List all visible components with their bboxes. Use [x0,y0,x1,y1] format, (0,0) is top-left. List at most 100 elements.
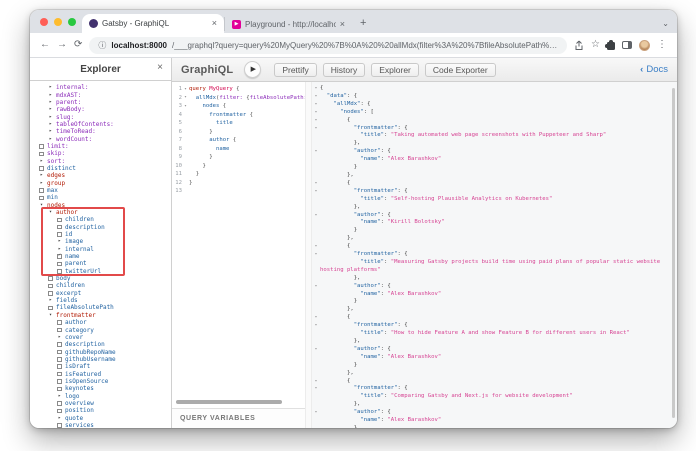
explorer-tree-item[interactable]: ▸sort: [38,157,171,164]
collapse-arrow-icon[interactable]: ▾ [38,203,45,208]
fold-arrow-icon[interactable]: ▾ [312,109,320,117]
fold-arrow-icon[interactable]: ▾ [312,180,320,188]
expand-arrow-icon[interactable]: ▸ [47,129,54,134]
field-checkbox[interactable] [38,144,45,149]
explorer-tree-item[interactable]: excerpt [38,290,171,297]
vertical-scrollbar[interactable] [672,88,675,418]
explorer-tree-item[interactable]: body [38,275,171,282]
explorer-tree-item[interactable]: children [38,216,171,223]
toolbar-button-explorer[interactable]: Explorer [371,63,419,77]
explorer-tree-item[interactable]: min [38,194,171,201]
fold-arrow-icon[interactable]: ▾ [182,87,189,92]
explorer-tree-item[interactable]: githubUsername [38,356,171,363]
fold-arrow-icon[interactable]: ▾ [312,322,320,330]
fold-arrow-icon[interactable]: ▾ [312,101,320,109]
execute-query-button[interactable]: ▶ [244,61,261,78]
field-checkbox[interactable] [56,328,63,333]
explorer-tree-item[interactable]: ▸tableOfContents: [38,121,171,128]
explorer-tree-item[interactable]: ▸wordCount: [38,135,171,142]
extensions-puzzle-icon[interactable] [607,42,615,50]
toolbar-button-history[interactable]: History [323,63,365,77]
tab-search-chevron-icon[interactable]: ⌄ [662,20,669,28]
site-info-icon[interactable]: ⓘ [98,40,106,51]
field-checkbox[interactable] [56,262,63,267]
toolbar-button-code-exporter[interactable]: Code Exporter [425,63,496,77]
fold-arrow-icon[interactable]: ▾ [312,93,320,101]
window-minimize-button[interactable] [54,18,62,26]
forward-icon[interactable]: → [57,40,67,50]
new-tab-button[interactable]: + [360,18,366,29]
explorer-tree-item[interactable]: ▸mdxAST: [38,91,171,98]
tab-playground[interactable]: ▶ Playground - http://localhost:8 × [224,17,352,31]
fold-arrow-icon[interactable]: ▾ [312,212,320,220]
explorer-tree-item[interactable]: description [38,341,171,348]
field-checkbox[interactable] [38,152,45,157]
explorer-tree-item[interactable]: ▸internal [38,246,171,253]
explorer-tree-item[interactable]: ▸fields [38,297,171,304]
field-checkbox[interactable] [56,401,63,406]
expand-arrow-icon[interactable]: ▸ [56,335,63,340]
expand-arrow-icon[interactable]: ▸ [47,122,54,127]
explorer-tree-item[interactable]: isOpenSource [38,378,171,385]
expand-arrow-icon[interactable]: ▸ [38,181,45,186]
explorer-tree-item[interactable]: ▸image [38,238,171,245]
field-checkbox[interactable] [47,284,54,289]
explorer-tree-item[interactable]: ▾nodes [38,202,171,209]
query-code[interactable]: 1▾query MyQuery {2▾ allMdx(filter: {file… [172,82,305,408]
field-checkbox[interactable] [56,379,63,384]
explorer-tree-item[interactable]: ▸cover [38,334,171,341]
fold-arrow-icon[interactable]: ▾ [312,125,320,133]
fold-arrow-icon[interactable]: ▾ [312,117,320,125]
explorer-tree-item[interactable]: isDraft [38,363,171,370]
share-icon[interactable] [574,40,584,51]
explorer-tree-item[interactable]: ▸quote [38,414,171,421]
side-panel-icon[interactable] [622,41,632,49]
explorer-field-tree[interactable]: ▸internal:▸mdxAST:▸parent:▸rawBody:▸slug… [30,81,171,428]
field-checkbox[interactable] [56,372,63,377]
fold-arrow-icon[interactable]: ▾ [312,283,320,291]
field-checkbox[interactable]: ✓ [56,254,63,259]
expand-arrow-icon[interactable]: ▸ [47,107,54,112]
fold-arrow-icon[interactable]: ▾ [312,378,320,386]
explorer-tree-item[interactable]: overview [38,400,171,407]
bookmark-star-icon[interactable]: ☆ [591,40,600,50]
expand-arrow-icon[interactable]: ▸ [47,93,54,98]
expand-arrow-icon[interactable]: ▸ [38,173,45,178]
expand-arrow-icon[interactable]: ▸ [47,137,54,142]
expand-arrow-icon[interactable]: ▸ [56,394,63,399]
explorer-tree-item[interactable]: ▸group [38,179,171,186]
expand-arrow-icon[interactable]: ▸ [56,239,63,244]
explorer-tree-item[interactable]: ▸timeToRead: [38,128,171,135]
docs-button[interactable]: ‹ Docs [640,64,668,75]
fold-arrow-icon[interactable]: ▾ [312,243,320,251]
expand-arrow-icon[interactable]: ▸ [56,416,63,421]
expand-arrow-icon[interactable]: ▸ [47,115,54,120]
explorer-tree-item[interactable]: twitterUrl [38,268,171,275]
toolbar-button-prettify[interactable]: Prettify [274,63,316,77]
field-checkbox[interactable] [56,387,63,392]
explorer-tree-item[interactable]: id [38,231,171,238]
expand-arrow-icon[interactable]: ▸ [47,100,54,105]
field-checkbox[interactable] [56,225,63,230]
explorer-tree-item[interactable]: ▸rawBody: [38,106,171,113]
explorer-tree-item[interactable]: children [38,282,171,289]
field-checkbox[interactable] [56,320,63,325]
results-pane[interactable]: ▾{▾ "data": {▾ "allMdx": {▾ "nodes": [▾ … [312,82,677,428]
field-checkbox[interactable] [56,218,63,223]
fold-arrow-icon[interactable]: ▾ [312,385,320,393]
tab-close-icon[interactable]: × [212,19,217,28]
fold-arrow-icon[interactable]: ▾ [312,85,320,93]
explorer-tree-item[interactable]: ▾author [38,209,171,216]
fold-arrow-icon[interactable]: ▾ [312,188,320,196]
fold-arrow-icon[interactable]: ▾ [312,346,320,354]
browser-menu-kebab-icon[interactable]: ⋮ [657,40,667,50]
pane-resize-divider[interactable] [305,82,312,428]
field-checkbox[interactable] [38,196,45,201]
fold-arrow-icon[interactable]: ▾ [312,251,320,259]
field-checkbox[interactable] [56,350,63,355]
collapse-arrow-icon[interactable]: ▾ [47,313,54,318]
explorer-tree-item[interactable]: distinct [38,165,171,172]
collapse-arrow-icon[interactable]: ▾ [47,210,54,215]
explorer-tree-item[interactable]: ▸parent: [38,99,171,106]
explorer-tree-item[interactable]: skip: [38,150,171,157]
